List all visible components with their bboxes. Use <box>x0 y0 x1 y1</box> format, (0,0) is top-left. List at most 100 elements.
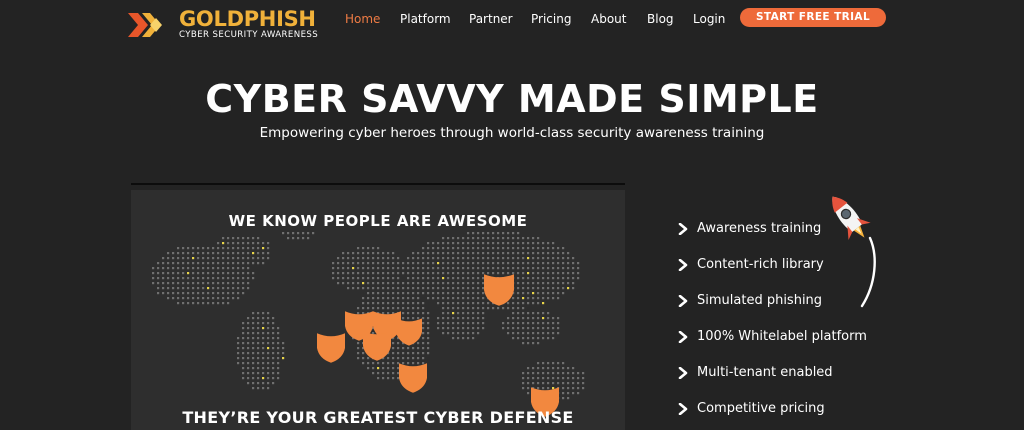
map-dot <box>287 232 290 235</box>
map-dot <box>452 287 455 290</box>
map-dot <box>467 337 470 340</box>
map-dot <box>532 297 535 300</box>
map-dot <box>492 237 495 240</box>
map-dot <box>512 312 515 315</box>
map-dot <box>447 317 450 320</box>
map-dot <box>257 382 260 385</box>
map-dot <box>557 382 560 385</box>
map-dot <box>222 302 225 305</box>
map-dot <box>207 292 210 295</box>
map-dot <box>342 272 345 275</box>
map-dot <box>447 297 450 300</box>
map-dot <box>547 297 550 300</box>
map-dot <box>197 257 200 260</box>
map-dot <box>157 267 160 270</box>
start-free-trial-button[interactable]: START FREE TRIAL <box>740 8 886 27</box>
map-dot <box>422 282 425 285</box>
nav-item-pricing[interactable]: Pricing <box>531 10 571 28</box>
map-dot <box>362 277 365 280</box>
map-dot <box>522 292 525 295</box>
map-dot <box>342 252 345 255</box>
map-dot <box>457 257 460 260</box>
map-dot <box>382 312 385 315</box>
map-dot <box>372 292 375 295</box>
map-dot <box>527 372 530 375</box>
map-dot <box>547 367 550 370</box>
map-dot <box>547 252 550 255</box>
map-dot <box>202 292 205 295</box>
map-dot <box>362 287 365 290</box>
map-dot <box>387 267 390 270</box>
map-dot <box>482 317 485 320</box>
map-dot <box>562 257 565 260</box>
map-dot <box>477 247 480 250</box>
map-dot <box>512 307 515 310</box>
map-dot <box>502 307 505 310</box>
map-dot <box>517 337 520 340</box>
nav-item-partner[interactable]: Partner <box>469 10 513 28</box>
map-dot <box>512 327 515 330</box>
logo[interactable]: GOLDPHISH CYBER SECURITY AWARENESS <box>128 6 328 42</box>
map-dot <box>462 282 465 285</box>
map-dot <box>442 267 445 270</box>
map-dot <box>517 277 520 280</box>
map-dot <box>542 317 545 320</box>
map-dot <box>492 262 495 265</box>
map-dot <box>387 277 390 280</box>
map-dot <box>387 312 390 315</box>
map-dot <box>252 352 255 355</box>
map-dot <box>202 282 205 285</box>
map-dot <box>262 387 265 390</box>
map-dot <box>507 322 510 325</box>
map-dot <box>407 297 410 300</box>
map-dot <box>517 312 520 315</box>
map-dot <box>407 292 410 295</box>
map-dot <box>562 282 565 285</box>
map-dot <box>537 377 540 380</box>
map-dot <box>537 252 540 255</box>
nav-item-blog[interactable]: Blog <box>647 10 674 28</box>
map-dot <box>397 347 400 350</box>
map-dot <box>507 242 510 245</box>
map-dot <box>362 267 365 270</box>
map-dot <box>537 282 540 285</box>
map-dot <box>367 282 370 285</box>
map-dot <box>217 287 220 290</box>
map-dot <box>467 332 470 335</box>
map-dot <box>467 232 470 235</box>
map-dot <box>222 277 225 280</box>
map-dot <box>457 307 460 310</box>
map-dot <box>347 287 350 290</box>
map-dot <box>177 292 180 295</box>
brand-tagline: CYBER SECURITY AWARENESS <box>179 30 319 40</box>
map-dot <box>167 267 170 270</box>
map-dot <box>522 332 525 335</box>
nav-item-login[interactable]: Login <box>693 10 725 28</box>
map-dot <box>552 287 555 290</box>
map-dot <box>247 242 250 245</box>
map-dot <box>427 332 430 335</box>
map-dot <box>427 272 430 275</box>
map-dot <box>432 252 435 255</box>
map-dot <box>517 267 520 270</box>
video-panel[interactable]: WE KNOW PEOPLE ARE AWESOME THEY’RE YOUR … <box>131 190 625 430</box>
map-dot <box>557 317 560 320</box>
nav-item-home[interactable]: Home <box>345 10 380 28</box>
map-dot <box>342 257 345 260</box>
nav-item-platform[interactable]: Platform <box>400 10 451 28</box>
map-dot <box>547 362 550 365</box>
map-dot <box>257 367 260 370</box>
map-dot <box>342 277 345 280</box>
map-dot <box>362 362 365 365</box>
map-dot <box>397 257 400 260</box>
map-dot <box>522 382 525 385</box>
nav-item-about[interactable]: About <box>591 10 626 28</box>
map-dot <box>427 257 430 260</box>
map-dot <box>442 262 445 265</box>
map-dot <box>542 312 545 315</box>
map-dot <box>557 322 560 325</box>
map-dot <box>277 372 280 375</box>
map-dot <box>437 277 440 280</box>
map-dot <box>362 297 365 300</box>
map-dot <box>247 357 250 360</box>
